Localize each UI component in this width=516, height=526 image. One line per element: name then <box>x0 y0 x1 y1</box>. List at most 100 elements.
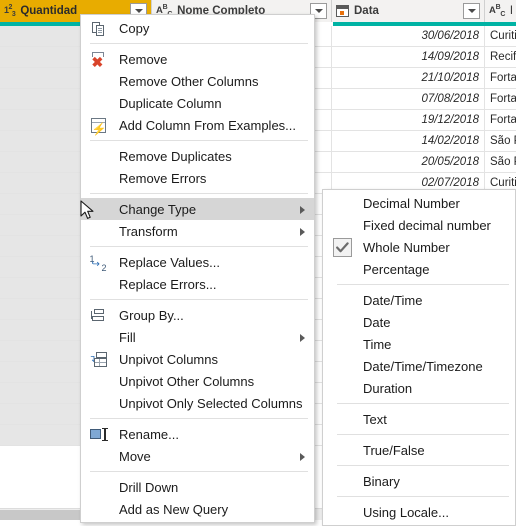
menu-separator <box>90 43 308 44</box>
submenu-separator <box>337 496 509 497</box>
cell-local[interactable]: São Pa <box>485 131 516 151</box>
cell-data[interactable]: 19/12/2018 <box>332 110 485 130</box>
submenu-item-label: Percentage <box>363 261 430 277</box>
cell-data[interactable]: 20/05/2018 <box>332 152 485 172</box>
cell-local[interactable]: Recife <box>485 47 516 67</box>
chevron-right-icon <box>300 334 305 342</box>
menu-item-replace-values[interactable]: 1 ↪ 2 Replace Values... <box>81 251 314 273</box>
menu-item-label: Transform <box>119 223 178 239</box>
submenu-item-label: Text <box>363 411 387 427</box>
submenu-item-duration[interactable]: Duration <box>323 377 515 399</box>
cell-data[interactable]: 14/02/2018 <box>332 131 485 151</box>
submenu-item-label: True/False <box>363 442 425 458</box>
menu-item-remove-other-columns[interactable]: Remove Other Columns <box>81 70 314 92</box>
chevron-right-icon <box>300 206 305 214</box>
menu-item-label: Fill <box>119 329 136 345</box>
text-icon: ABC <box>489 3 506 19</box>
column-header-label: Data <box>354 5 379 17</box>
menu-item-label: Remove Duplicates <box>119 148 232 164</box>
menu-item-label: Copy <box>119 20 150 36</box>
replace-values-icon: 1 ↪ 2 <box>89 253 107 273</box>
add-column-from-examples-icon: ⚡ <box>89 117 107 135</box>
submenu-item-date[interactable]: Date <box>323 311 515 333</box>
submenu-item-label: Fixed decimal number <box>363 217 491 233</box>
menu-item-unpivot-other-columns[interactable]: Unpivot Other Columns <box>81 370 314 392</box>
menu-item-move[interactable]: Move <box>81 445 314 467</box>
column-header-local[interactable]: ABC Lo <box>485 0 516 22</box>
cell-data[interactable]: 21/10/2018 <box>332 68 485 88</box>
submenu-item-label: Whole Number <box>363 239 450 255</box>
menu-item-remove-errors[interactable]: Remove Errors <box>81 167 314 189</box>
menu-item-label: Remove Other Columns <box>119 73 259 89</box>
submenu-item-percentage[interactable]: Percentage <box>323 258 515 280</box>
column-header-data[interactable]: Data <box>332 0 485 22</box>
submenu-item-text[interactable]: Text <box>323 408 515 430</box>
date-icon <box>336 5 349 17</box>
menu-item-label: Group By... <box>119 307 184 323</box>
menu-item-label: Duplicate Column <box>119 95 222 111</box>
column-filter-button-data[interactable] <box>463 3 480 19</box>
whole-number-icon: 123 <box>4 4 16 18</box>
submenu-item-label: Date/Time <box>363 292 423 308</box>
submenu-item-time[interactable]: Time <box>323 333 515 355</box>
menu-item-rename[interactable]: Rename... <box>81 423 314 445</box>
submenu-separator <box>337 434 509 435</box>
cell-local[interactable]: Fortal <box>485 110 516 130</box>
menu-item-label: Move <box>119 448 151 464</box>
menu-item-group-by[interactable]: Group By... <box>81 304 314 326</box>
submenu-item-date-time-timezone[interactable]: Date/Time/Timezone <box>323 355 515 377</box>
menu-item-label: Add as New Query <box>119 501 229 517</box>
submenu-item-binary[interactable]: Binary <box>323 470 515 492</box>
menu-item-unpivot-columns[interactable]: ↴ Unpivot Columns <box>81 348 314 370</box>
menu-item-transform[interactable]: Transform <box>81 220 314 242</box>
submenu-item-label: Time <box>363 336 392 352</box>
submenu-item-true-false[interactable]: True/False <box>323 439 515 461</box>
menu-separator <box>90 193 308 194</box>
menu-item-label: Remove <box>119 51 168 67</box>
menu-item-fill[interactable]: Fill <box>81 326 314 348</box>
cell-data[interactable]: 07/08/2018 <box>332 89 485 109</box>
menu-item-label: Replace Values... <box>119 254 220 270</box>
cell-local[interactable]: Fortal <box>485 89 516 109</box>
submenu-item-decimal-number[interactable]: Decimal Number <box>323 192 515 214</box>
cell-local[interactable]: Curitib <box>485 26 516 46</box>
menu-item-replace-errors[interactable]: Replace Errors... <box>81 273 314 295</box>
menu-item-remove-duplicates[interactable]: Remove Duplicates <box>81 145 314 167</box>
menu-item-label: Change Type <box>119 201 197 217</box>
menu-item-label: Unpivot Columns <box>119 351 218 367</box>
menu-item-duplicate-column[interactable]: Duplicate Column <box>81 92 314 114</box>
submenu-item-label: Duration <box>363 380 413 396</box>
menu-separator <box>90 246 308 247</box>
submenu-item-fixed-decimal-number[interactable]: Fixed decimal number <box>323 214 515 236</box>
menu-separator <box>90 140 308 141</box>
checkmark-icon <box>333 238 352 257</box>
menu-separator <box>90 471 308 472</box>
cell-data[interactable]: 30/06/2018 <box>332 26 485 46</box>
menu-item-drill-down[interactable]: Drill Down <box>81 476 314 498</box>
menu-item-remove[interactable]: ✖ Remove <box>81 48 314 70</box>
submenu-item-label: Date/Time/Timezone <box>363 358 483 374</box>
menu-item-add-as-new-query[interactable]: Add as New Query <box>81 498 314 520</box>
submenu-separator <box>337 465 509 466</box>
menu-separator <box>90 418 308 419</box>
unpivot-icon: ↴ <box>89 351 107 368</box>
column-context-menu[interactable]: Copy ✖ Remove Remove Other Columns Duplicate… <box>80 14 315 523</box>
cell-local[interactable]: São Pa <box>485 152 516 172</box>
copy-icon <box>89 20 107 37</box>
remove-column-icon: ✖ <box>91 51 104 70</box>
cell-local[interactable]: Fortal <box>485 68 516 88</box>
submenu-item-date-time[interactable]: Date/Time <box>323 289 515 311</box>
cell-data[interactable]: 14/09/2018 <box>332 47 485 67</box>
submenu-item-label: Binary <box>363 473 400 489</box>
menu-item-change-type[interactable]: Change Type <box>81 198 314 220</box>
menu-separator <box>90 299 308 300</box>
menu-item-add-column-from-examples[interactable]: ⚡ Add Column From Examples... <box>81 114 314 136</box>
submenu-item-label: Date <box>363 314 391 330</box>
menu-item-label: Unpivot Only Selected Columns <box>119 395 303 411</box>
menu-item-unpivot-only-selected-columns[interactable]: Unpivot Only Selected Columns <box>81 392 314 414</box>
submenu-item-whole-number[interactable]: Whole Number <box>323 236 515 258</box>
column-header-label: Lo <box>510 5 512 17</box>
menu-item-label: Remove Errors <box>119 170 207 186</box>
menu-item-copy[interactable]: Copy <box>81 17 314 39</box>
change-type-submenu[interactable]: Decimal Number Fixed decimal number Whole … <box>322 189 516 526</box>
